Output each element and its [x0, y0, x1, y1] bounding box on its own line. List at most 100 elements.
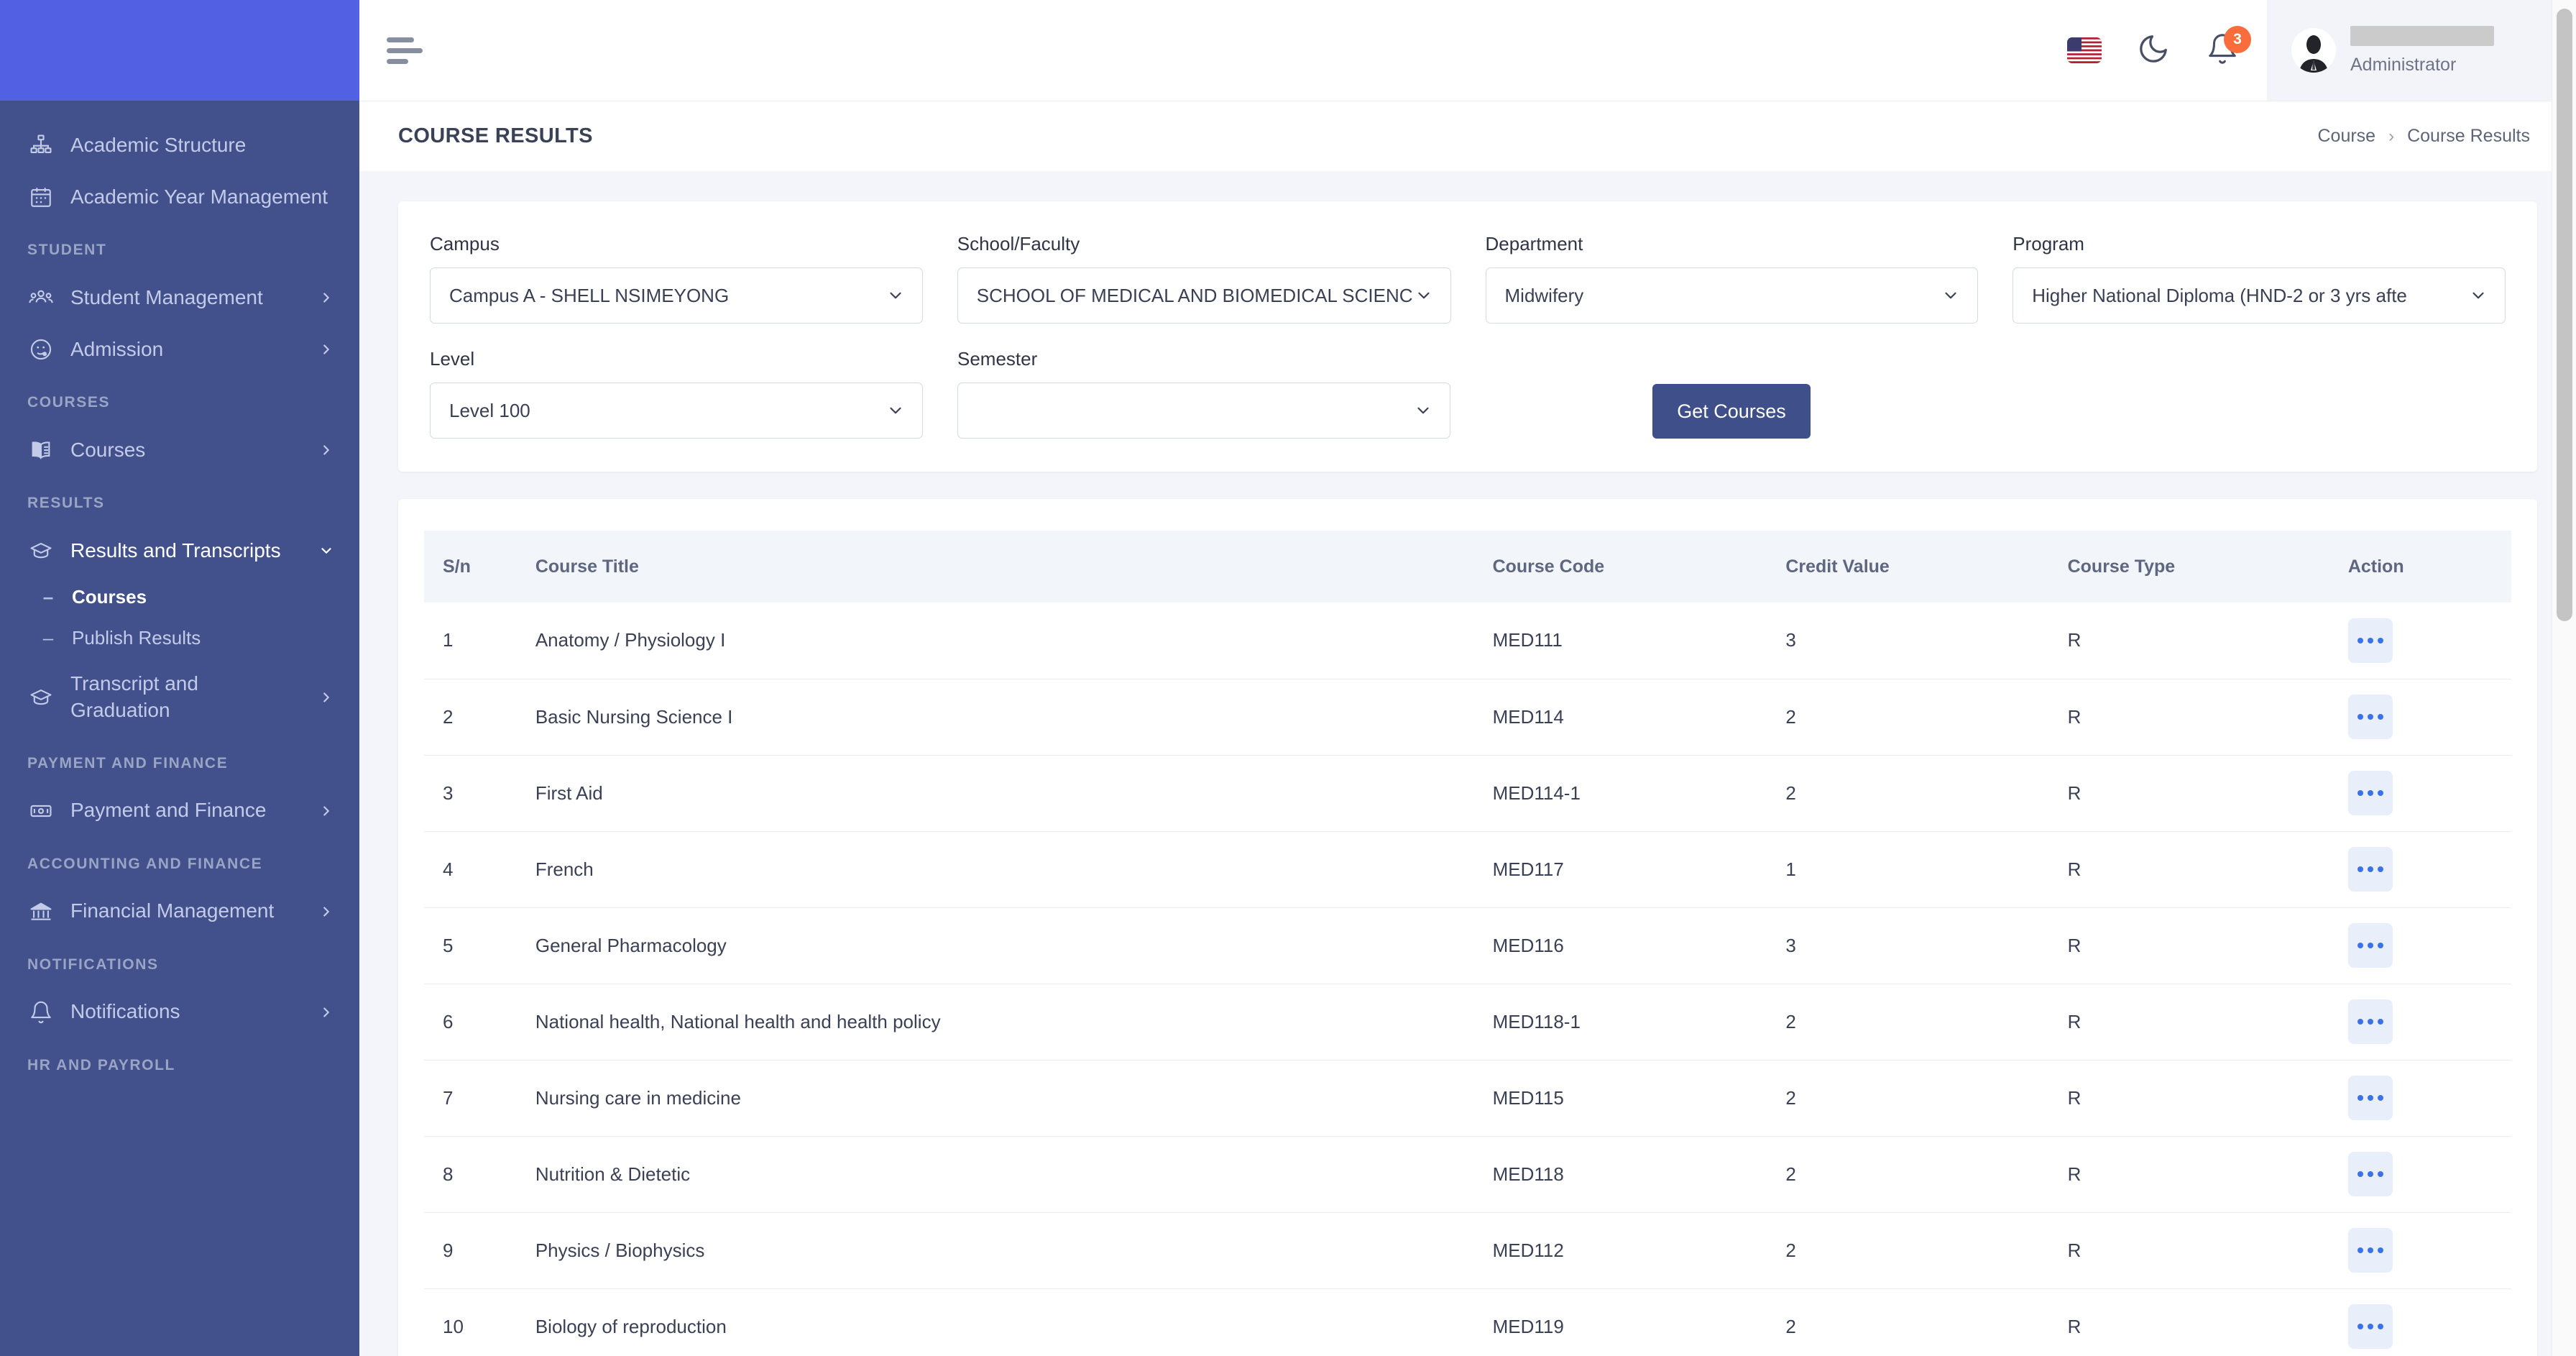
- cell-credit: 2: [1785, 1212, 2068, 1289]
- department-field: Department Midwifery: [1485, 233, 1979, 324]
- dot-icon: [2357, 637, 2363, 643]
- content-area: Campus Campus A - SHELL NSIMEYONG School…: [359, 171, 2576, 1356]
- breadcrumb: Course › Course Results: [2318, 126, 2531, 147]
- sidebar-item-academic-year-management[interactable]: Academic Year Management: [0, 171, 359, 223]
- chevron-right-icon: [318, 904, 335, 920]
- campus-select[interactable]: Campus A - SHELL NSIMEYONG: [430, 267, 923, 324]
- cell-code: MED116: [1492, 907, 1786, 984]
- school-select[interactable]: SCHOOL OF MEDICAL AND BIOMEDICAL SCIENC: [957, 267, 1451, 324]
- department-select[interactable]: Midwifery: [1485, 267, 1979, 324]
- sidebar-item-admission[interactable]: Admission: [0, 324, 359, 375]
- chevron-down-icon: [1413, 286, 1435, 305]
- chevron-down-icon: [2467, 286, 2489, 305]
- semester-select[interactable]: [957, 382, 1450, 439]
- sidebar-subitem-courses[interactable]: – Courses: [0, 577, 359, 618]
- dot-icon: [2357, 1324, 2363, 1329]
- hamburger-line: [387, 58, 408, 64]
- chevron-right-icon: [318, 690, 335, 705]
- filters-row-2: Level Level 100 Semester Get Courses: [430, 348, 2506, 439]
- dot-icon: [2357, 866, 2363, 872]
- sidebar-item-financial-management[interactable]: Financial Management: [0, 886, 359, 938]
- profile-menu[interactable]: Administrator: [2267, 0, 2576, 101]
- filters-spacer: [2012, 348, 2506, 439]
- row-action-button[interactable]: [2347, 1076, 2393, 1120]
- dot-icon: [2357, 790, 2363, 796]
- row-action-button[interactable]: [2347, 847, 2393, 892]
- dot-icon: [2357, 1171, 2363, 1177]
- row-action-button[interactable]: [2347, 771, 2393, 815]
- sidebar-item-notifications[interactable]: Notifications: [0, 986, 359, 1038]
- chevron-down-icon: [885, 286, 906, 305]
- row-action-button[interactable]: [2347, 1228, 2393, 1273]
- sidebar-item-academic-structure[interactable]: Academic Structure: [0, 119, 359, 171]
- department-label: Department: [1485, 233, 1583, 255]
- sidebar-subitem-publish-results[interactable]: – Publish Results: [0, 618, 359, 659]
- row-action-button[interactable]: [2347, 695, 2393, 739]
- row-action-button[interactable]: [2347, 923, 2393, 968]
- cell-code: MED114: [1492, 679, 1786, 756]
- sidebar-item-student-management[interactable]: Student Management: [0, 272, 359, 324]
- row-action-button[interactable]: [2347, 618, 2393, 663]
- cell-type: R: [2067, 984, 2348, 1060]
- calendar-icon: [27, 183, 55, 211]
- dot-icon: [2367, 714, 2373, 720]
- chevron-right-icon: ›: [2388, 126, 2395, 146]
- dot-icon: [2367, 1324, 2373, 1329]
- program-select[interactable]: Higher National Diploma (HND-2 or 3 yrs …: [2012, 267, 2506, 324]
- org-chart-icon: [27, 132, 55, 159]
- dot-icon: [2377, 1095, 2383, 1101]
- sidebar-section-accounting-and-finance: ACCOUNTING AND FINANCE: [27, 855, 263, 872]
- cell-action: [2347, 907, 2511, 984]
- col-type: Course Type: [2067, 556, 2176, 577]
- table-row: 3 First Aid MED114-1 2 R: [424, 755, 2511, 832]
- sidebar-item-results-and-transcripts[interactable]: Results and Transcripts: [0, 525, 359, 577]
- chevron-down-icon: [885, 401, 906, 420]
- cell-action: [2347, 1212, 2511, 1289]
- notification-badge: 3: [2224, 26, 2251, 53]
- cell-action: [2347, 1288, 2511, 1356]
- us-flag-icon: [2067, 37, 2102, 63]
- sidebar-item-courses[interactable]: Courses: [0, 424, 359, 476]
- sidebar-item-label: Courses: [70, 438, 146, 461]
- cell-sn: 7: [424, 1060, 535, 1137]
- theme-toggle-button[interactable]: [2119, 0, 2188, 101]
- dot-icon: [2377, 1247, 2383, 1253]
- dot-icon: [2357, 1247, 2363, 1253]
- main-area: 3 Administrator COURSE RESULTS Course › …: [359, 0, 2576, 1356]
- sidebar-item-payment-and-finance[interactable]: Payment and Finance: [0, 785, 359, 837]
- cell-code: MED114-1: [1492, 755, 1786, 832]
- program-field: Program Higher National Diploma (HND-2 o…: [2012, 233, 2506, 324]
- cell-action: [2347, 603, 2511, 679]
- logo-block[interactable]: [0, 0, 359, 101]
- get-courses-button[interactable]: Get Courses: [1652, 384, 1811, 439]
- notifications-button[interactable]: 3: [2188, 0, 2257, 101]
- row-action-button[interactable]: [2347, 999, 2393, 1044]
- topbar-actions: 3 Administrator: [2050, 0, 2576, 101]
- col-sn: S/n: [443, 556, 471, 577]
- dot-icon: [2377, 1324, 2383, 1329]
- dot-icon: [2367, 1247, 2373, 1253]
- bell-icon: [27, 999, 55, 1026]
- cell-credit: 1: [1785, 831, 2068, 908]
- row-action-button[interactable]: [2347, 1152, 2393, 1196]
- vertical-scrollbar[interactable]: [2552, 0, 2576, 1356]
- cell-action: [2347, 831, 2511, 908]
- cell-code: MED117: [1492, 831, 1786, 908]
- cell-title: Nutrition & Dietetic: [535, 1136, 1493, 1213]
- sidebar-item-label: Results and Transcripts: [70, 539, 281, 562]
- program-value: Higher National Diploma (HND-2 or 3 yrs …: [2032, 284, 2407, 306]
- sidebar-item-transcript-and-graduation[interactable]: Transcript and Graduation: [0, 659, 359, 736]
- level-select[interactable]: Level 100: [430, 382, 923, 439]
- scrollbar-thumb[interactable]: [2557, 9, 2572, 621]
- bank-icon: [27, 898, 55, 925]
- sidebar-subitem-label: Courses: [72, 586, 147, 608]
- cell-sn: 4: [424, 831, 535, 908]
- breadcrumb-parent[interactable]: Course: [2318, 126, 2376, 147]
- cell-sn: 6: [424, 984, 535, 1060]
- row-action-button[interactable]: [2347, 1304, 2393, 1349]
- hamburger-icon[interactable]: [384, 29, 427, 72]
- cell-code: MED118: [1492, 1136, 1786, 1213]
- cell-credit: 2: [1785, 984, 2068, 1060]
- semester-field: Semester: [957, 348, 1450, 439]
- language-selector[interactable]: [2050, 0, 2119, 101]
